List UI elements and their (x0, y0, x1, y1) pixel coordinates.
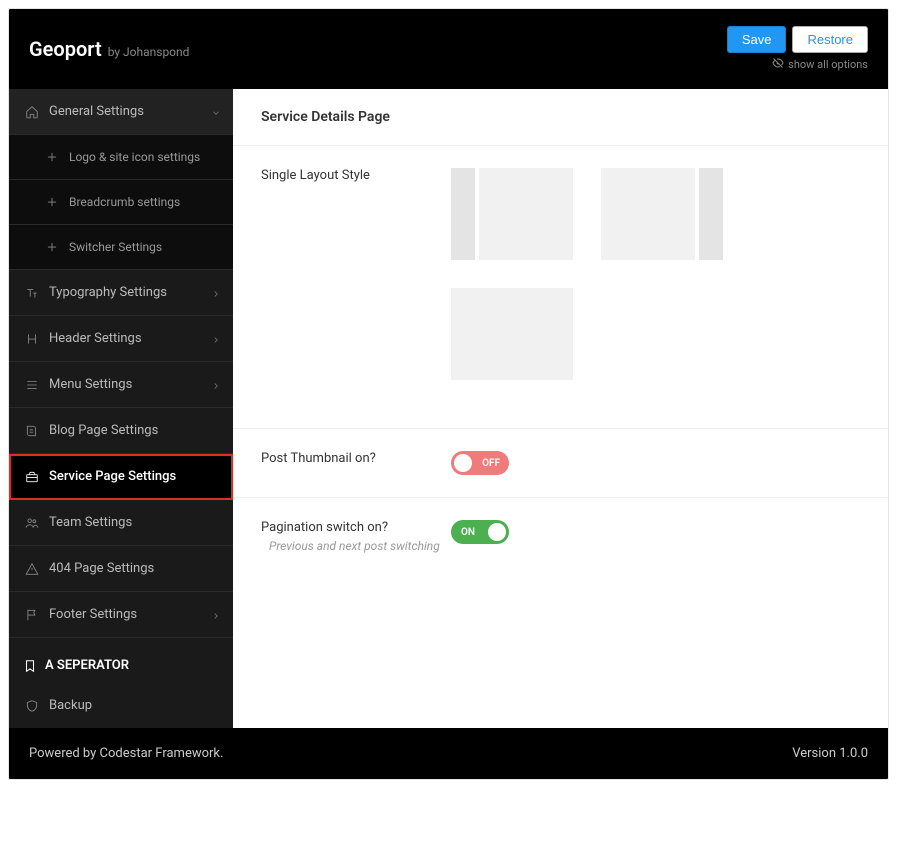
layout-option-full-width[interactable] (451, 288, 573, 380)
layout-preview-block (479, 168, 573, 260)
sidebar-item-typography-settings[interactable]: Typography Settings (9, 270, 233, 316)
row-single-layout: Single Layout Style (233, 146, 888, 429)
menu-icon (23, 378, 41, 392)
sidebar-label: Header Settings (49, 331, 142, 346)
sidebar-item-404-page-settings[interactable]: 404 Page Settings (9, 546, 233, 592)
header-bar: Geoport by Johanspond Save Restore show … (9, 9, 888, 89)
header-buttons: Save Restore (727, 26, 868, 53)
show-all-options-link[interactable]: show all options (772, 57, 868, 72)
plus-icon (43, 150, 61, 164)
layout-options (451, 168, 860, 380)
sidebar-label: Backup (49, 698, 92, 713)
eye-off-icon (772, 57, 784, 72)
blog-icon (23, 424, 41, 438)
brand-name: Geoport (29, 37, 102, 61)
sidebar-item-team-settings[interactable]: Team Settings (9, 500, 233, 546)
sidebar-item-footer-settings[interactable]: Footer Settings (9, 592, 233, 638)
restore-button[interactable]: Restore (792, 26, 868, 53)
sidebar-sub-breadcrumb-settings[interactable]: Breadcrumb settings (9, 180, 233, 225)
sidebar: General Settings Logo & site icon settin… (9, 89, 233, 728)
page-title: Service Details Page (233, 89, 888, 146)
content-panel: Service Details Page Single Layout Style (233, 89, 888, 728)
layout-option-right-sidebar[interactable] (601, 168, 723, 260)
main-body: General Settings Logo & site icon settin… (9, 89, 888, 728)
pagination-sublabel: Previous and next post switching (261, 539, 451, 553)
single-layout-label: Single Layout Style (261, 168, 451, 380)
flag-icon (23, 608, 41, 622)
chevron-right-icon (211, 610, 221, 620)
users-icon (23, 516, 41, 530)
sidebar-label: Menu Settings (49, 377, 132, 392)
sidebar-label: Switcher Settings (69, 240, 162, 254)
layout-option-left-sidebar[interactable] (451, 168, 573, 260)
layout-preview-block (451, 288, 573, 380)
chevron-down-icon (211, 107, 221, 117)
chevron-right-icon (211, 380, 221, 390)
footer-version: Version 1.0.0 (792, 746, 868, 761)
sidebar-sub-switcher-settings[interactable]: Switcher Settings (9, 225, 233, 270)
sidebar-label: Blog Page Settings (49, 423, 158, 438)
sidebar-label: Typography Settings (49, 285, 167, 300)
header-actions: Save Restore show all options (727, 26, 868, 72)
sidebar-label: Service Page Settings (49, 469, 176, 484)
sidebar-label: Footer Settings (49, 607, 137, 622)
sidebar-label: Team Settings (49, 515, 132, 530)
sidebar-item-header-settings[interactable]: Header Settings (9, 316, 233, 362)
toggle-knob (454, 454, 472, 472)
chevron-right-icon (211, 334, 221, 344)
brand-byline: by Johanspond (108, 45, 190, 59)
pagination-label: Pagination switch on? (261, 520, 451, 535)
briefcase-icon (23, 470, 41, 484)
toggle-off-label: OFF (482, 458, 500, 469)
row-post-thumbnail: Post Thumbnail on? OFF (233, 429, 888, 498)
post-thumbnail-toggle[interactable]: OFF (451, 451, 509, 475)
sidebar-item-blog-page-settings[interactable]: Blog Page Settings (9, 408, 233, 454)
sidebar-label: Breadcrumb settings (69, 195, 180, 209)
sidebar-label: 404 Page Settings (49, 561, 154, 576)
sidebar-item-menu-settings[interactable]: Menu Settings (9, 362, 233, 408)
sidebar-separator-header: A SEPERATOR (9, 638, 233, 683)
layout-preview-block (451, 168, 475, 260)
sidebar-item-service-page-settings[interactable]: Service Page Settings (9, 454, 233, 500)
save-button[interactable]: Save (727, 26, 787, 53)
sidebar-item-general-settings[interactable]: General Settings (9, 89, 233, 135)
row-pagination: Pagination switch on? Previous and next … (233, 498, 888, 693)
type-icon (23, 286, 41, 300)
app-frame: Geoport by Johanspond Save Restore show … (8, 8, 889, 780)
bookmark-icon (23, 659, 37, 673)
alert-icon (23, 562, 41, 576)
toggle-knob (488, 523, 506, 541)
home-icon (23, 105, 41, 119)
show-all-label: show all options (788, 58, 868, 71)
heading-icon (23, 332, 41, 346)
sidebar-label: Logo & site icon settings (69, 150, 200, 164)
shield-icon (23, 699, 41, 713)
pagination-toggle[interactable]: ON (451, 520, 509, 544)
sidebar-item-backup[interactable]: Backup (9, 683, 233, 728)
plus-icon (43, 195, 61, 209)
layout-preview-block (699, 168, 723, 260)
separator-label: A SEPERATOR (45, 658, 129, 673)
chevron-right-icon (211, 288, 221, 298)
pagination-label-group: Pagination switch on? Previous and next … (261, 520, 451, 553)
footer-powered: Powered by Codestar Framework. (29, 746, 223, 761)
layout-preview-block (601, 168, 695, 260)
header-title: Geoport by Johanspond (29, 37, 189, 61)
sidebar-label: General Settings (49, 104, 144, 119)
post-thumbnail-label: Post Thumbnail on? (261, 451, 451, 475)
sidebar-sub-logo-settings[interactable]: Logo & site icon settings (9, 135, 233, 180)
toggle-on-label: ON (461, 527, 475, 538)
plus-icon (43, 240, 61, 254)
footer-bar: Powered by Codestar Framework. Version 1… (9, 728, 888, 779)
